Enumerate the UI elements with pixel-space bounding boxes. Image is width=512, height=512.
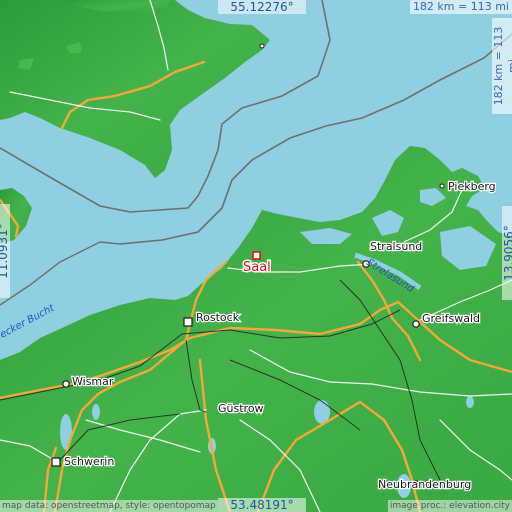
top-peak [259, 43, 265, 49]
scale-label-top: 182 km = 113 mi [409, 0, 512, 14]
coord-top-label: 55.12276° [218, 0, 306, 14]
piekberg-label: Piekberg [448, 180, 496, 193]
coord-bottom-label: 53.48191° [218, 498, 306, 512]
saal-label: Saal [243, 260, 271, 275]
piekberg-peak [439, 183, 445, 189]
attribution-left: map data: openstreetmap, style: opentopo… [0, 500, 218, 512]
lake-3 [92, 404, 100, 420]
lake-2 [60, 414, 72, 450]
greifswald-marker [412, 320, 420, 328]
gustrow-label: Güstrow [218, 402, 264, 415]
wismar-label: Wismar [72, 375, 114, 388]
rostock-label: Rostock [196, 311, 240, 324]
coord-right-label: 13.9056° [502, 206, 512, 300]
rostock-marker [183, 317, 193, 327]
stralsund-label: Stralsund [370, 240, 422, 253]
neubrandenburg-label: Neubrandenburg [378, 478, 471, 491]
map-canvas[interactable]: Saal Rostock Stralsund Greifswald Wismar… [0, 0, 512, 512]
scale-label-right: 182 km = 113 mi [492, 18, 512, 114]
schwerin-marker [51, 457, 61, 467]
greifswald-label: Greifswald [422, 312, 480, 325]
schwerin-label: Schwerin [64, 455, 114, 468]
lake-6 [466, 396, 474, 408]
red-square-marker[interactable] [252, 251, 261, 260]
wismar-marker [62, 380, 70, 388]
attribution-right: image proc.: elevation.city [387, 500, 512, 512]
coord-left-label: 11.0931° [0, 204, 10, 298]
